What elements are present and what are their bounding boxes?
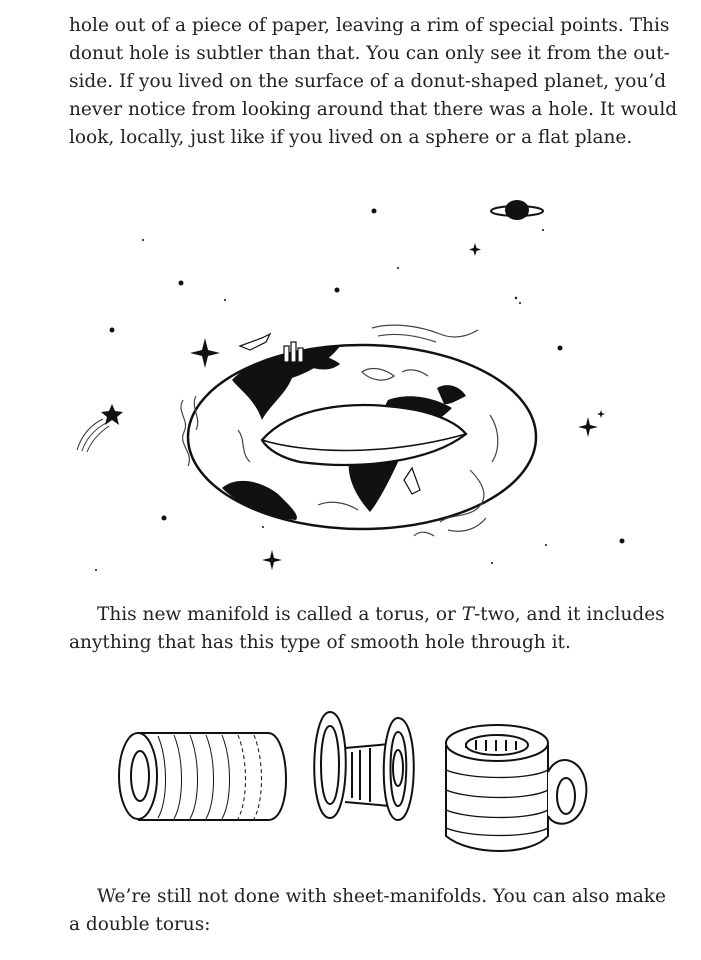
spool-drawing <box>313 710 415 822</box>
text-line: We’re still not done with sheet-manifold… <box>97 886 666 907</box>
paragraph-double-torus: We’re still not done with sheet-manifold… <box>69 883 666 939</box>
torus-objects-illustration <box>118 710 588 852</box>
tube-roll-drawing <box>118 732 287 821</box>
mug-drawing <box>445 724 588 852</box>
text-line: a double torus: <box>69 914 211 935</box>
